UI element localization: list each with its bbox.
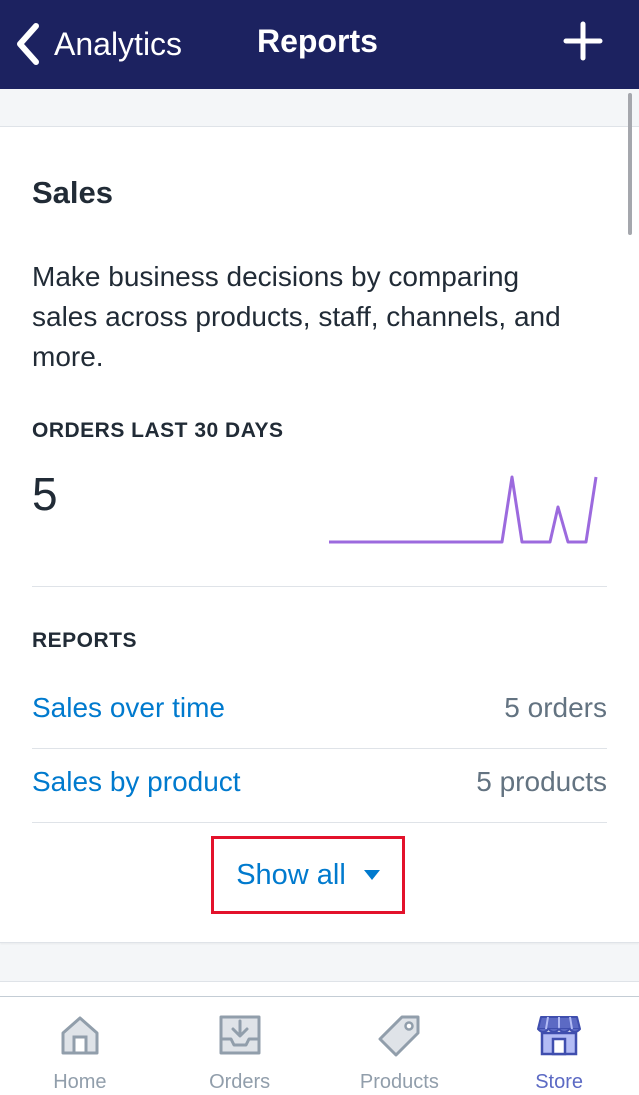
report-count: 5 products [476, 766, 607, 797]
tab-label: Home [53, 1071, 107, 1093]
scrollbar-thumb[interactable] [628, 93, 632, 235]
show-all-button[interactable]: Show all [211, 836, 405, 914]
sales-card: Sales Make business decisions by compari… [0, 126, 639, 943]
card-title: Sales [32, 175, 114, 210]
chevron-left-icon [17, 23, 39, 65]
tab-orders[interactable]: Orders [160, 997, 320, 1095]
tag-icon [378, 1015, 420, 1057]
home-icon [61, 1016, 99, 1055]
report-count: 5 orders [504, 692, 607, 723]
top-navigation-bar: Analytics Reports [0, 0, 639, 89]
report-row-sales-over-time[interactable]: Sales over time 5 orders [32, 674, 607, 748]
metric-value: 5 [32, 468, 58, 520]
report-row-sales-by-product[interactable]: Sales by product 5 products [32, 748, 607, 822]
divider [32, 822, 607, 823]
metric-label: ORDERS LAST 30 DAYS [32, 419, 284, 442]
back-button-label: Analytics [54, 25, 183, 62]
tab-label: Orders [209, 1071, 271, 1093]
caret-down-icon [363, 870, 380, 880]
tab-home[interactable]: Home [0, 997, 160, 1095]
orders-icon [219, 1015, 261, 1055]
plus-icon[interactable] [562, 20, 604, 62]
show-all-label: Show all [236, 858, 346, 891]
back-button[interactable]: Analytics [14, 16, 182, 72]
tab-label: Products [359, 1071, 439, 1093]
tab-products[interactable]: Products [320, 997, 480, 1095]
card-description: Make business decisions by comparing sal… [32, 261, 561, 372]
tab-store[interactable]: Store [479, 997, 639, 1095]
page-title: Reports [257, 23, 378, 59]
orders-sparkline [329, 475, 598, 544]
divider [32, 586, 607, 587]
report-link[interactable]: Sales over time [32, 692, 225, 724]
tab-label: Store [535, 1071, 584, 1093]
bottom-tab-bar: Home Orders Products Store [0, 996, 639, 1095]
report-link[interactable]: Sales by product [32, 766, 241, 798]
sparkline-line [329, 475, 598, 544]
store-icon [537, 1016, 582, 1056]
reports-label: REPORTS [32, 629, 138, 652]
